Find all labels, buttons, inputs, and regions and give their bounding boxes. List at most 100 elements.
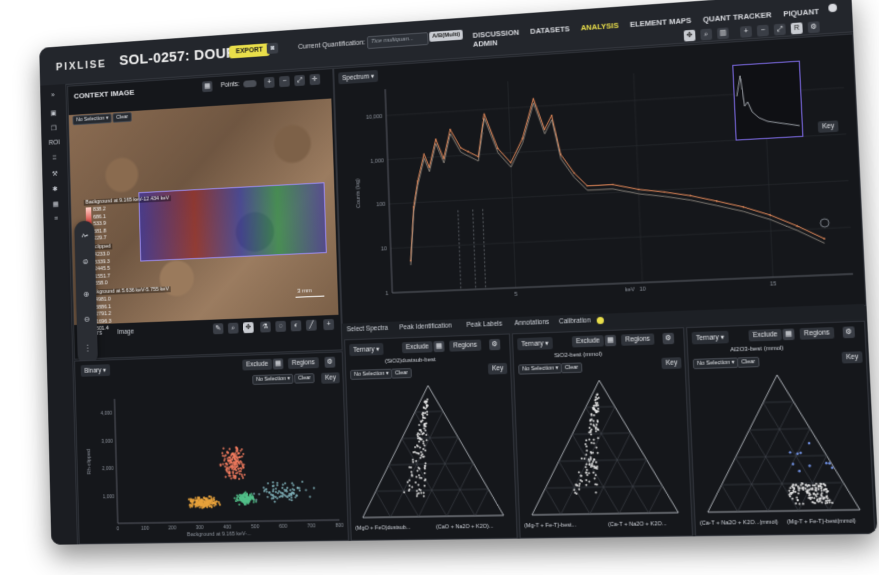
fit-icon[interactable]: ⤢ (773, 23, 786, 36)
app-logo[interactable]: PIXLISE (56, 58, 107, 73)
ternary-point (590, 441, 593, 444)
ternary-left-label: (Ca-T + Na2O + K2O...(mmol) (699, 519, 779, 527)
signal-icon[interactable]: ⊜ (81, 257, 90, 267)
binary-chart[interactable]: 4,000 3,000 2,000 1,000 0 100 200 300 400 500 600 7… (75, 352, 348, 543)
zoom-out-icon[interactable]: − (756, 24, 769, 37)
grip-icon[interactable]: ⋮ (83, 344, 92, 354)
ternary-right-label: (Mg-T + Fe-T)-best(mmol) (786, 518, 856, 526)
ternary-point (420, 450, 423, 454)
ternary-point (422, 442, 425, 445)
palette-icon[interactable]: ◐ (290, 320, 302, 332)
nav-admin[interactable]: ADMIN (473, 38, 498, 49)
ternary-point (410, 470, 413, 473)
nav-datasets[interactable]: DATASETS (530, 24, 570, 36)
ternary-point (578, 484, 581, 487)
zoom-out-icon[interactable]: ⊖ (82, 315, 91, 325)
zoom-in-icon[interactable]: ⊕ (81, 290, 90, 300)
search-icon[interactable]: ⌕ (227, 322, 239, 334)
scatter-point (273, 500, 276, 503)
ternary-chart[interactable] (687, 322, 874, 536)
ternary-point (592, 460, 595, 463)
ternary-point (798, 469, 801, 473)
expand-icon[interactable]: » (48, 92, 59, 100)
crosshair-icon[interactable]: ✛ (309, 73, 321, 86)
tab-calibration[interactable]: Calibration (556, 315, 594, 328)
scatter-point (266, 495, 269, 499)
draw-icon[interactable]: ✎ (212, 323, 224, 335)
ternary-grid (586, 407, 615, 408)
ternary-point (587, 472, 591, 475)
ternary-point (804, 487, 807, 490)
ternary-chart[interactable] (513, 328, 692, 537)
ternary-point (425, 397, 428, 400)
roi-label[interactable]: ROI (49, 139, 60, 147)
ternary-point (408, 484, 411, 487)
spectrum-key-button[interactable]: Key (817, 120, 839, 133)
ternary-point (594, 473, 597, 477)
scatter-point (262, 486, 265, 489)
quant-select[interactable]: Tice multiquan... (366, 32, 429, 50)
tools-icon[interactable]: ⚒ (49, 170, 60, 178)
image-settings-icon[interactable]: ▦ (202, 80, 213, 93)
ternary-grid (749, 429, 798, 512)
line-icon[interactable]: ╱ (305, 319, 317, 331)
tab-peak-identification[interactable]: Peak Identification (396, 320, 455, 333)
scatter-point (272, 490, 275, 493)
ternary-chart[interactable] (345, 334, 516, 539)
fit-icon[interactable]: ⤢ (294, 74, 306, 87)
ternary-point (588, 480, 591, 483)
chart-icon[interactable]: ▦ (50, 200, 61, 208)
tab-select-spectra[interactable]: Select Spectra (344, 323, 391, 336)
context-image-panel: CONTEXT IMAGE ▦ Points: + − ⤢ ✛ No Selec… (67, 68, 343, 360)
pan-icon[interactable]: ✥ (683, 29, 696, 42)
context-image[interactable]: No Selection ▾ Clear Background at 9.165… (68, 98, 339, 333)
ternary-point (813, 496, 816, 500)
points-toggle[interactable] (243, 79, 257, 88)
ternary-point (585, 439, 588, 442)
scatter-point (224, 475, 227, 479)
ternary-panel-1: Ternary ▾ Exclude ▦ Regions ⚙ (SiO2)dust… (344, 333, 518, 541)
scatter-point (289, 489, 292, 492)
app-window: PIXLISE SOL-0257: DOURBES EXPORT ◙ Curre… (39, 0, 878, 545)
ternary-point (422, 440, 425, 443)
ternary-point (419, 446, 422, 449)
tab-image[interactable]: Image (114, 326, 136, 337)
layers-icon[interactable]: ▣ (48, 109, 59, 117)
grid-icon[interactable]: ⁞⁞ (49, 155, 60, 163)
no-selection-chip[interactable]: No Selection ▾ (72, 113, 113, 126)
roi-region[interactable] (138, 182, 327, 262)
search-icon[interactable]: ⌕ (700, 28, 713, 41)
nav-piquant[interactable]: PIQUANT (783, 7, 819, 19)
list-icon[interactable]: ≡ (51, 215, 62, 223)
ternary-point (418, 440, 421, 443)
tab-annotations[interactable]: Annotations (511, 317, 552, 330)
ternary-point (417, 432, 420, 435)
zoom-in-icon[interactable]: + (263, 76, 275, 89)
tab-peak-labels[interactable]: Peak Labels (463, 318, 505, 331)
clear-selection-button[interactable]: Clear (112, 112, 133, 123)
settings-icon[interactable]: ⚙ (807, 21, 820, 34)
scatter-point (252, 492, 256, 495)
ternary-grid (559, 459, 647, 461)
camera-icon[interactable]: ◙ (266, 42, 279, 55)
scatter-point (284, 482, 287, 485)
flask-icon[interactable]: ⚗ (260, 321, 271, 333)
rh-icon[interactable]: R (790, 22, 803, 35)
copy-icon[interactable]: ❐ (48, 124, 59, 132)
pan-icon[interactable]: ✥ (243, 322, 254, 334)
lasso-icon[interactable]: ◌ (275, 320, 287, 332)
ternary-point (578, 488, 581, 491)
spectrum-toggle-icon[interactable]: ▥ (716, 27, 729, 40)
nav-element-maps[interactable]: ELEMENT MAPS (630, 16, 692, 29)
nav-analysis[interactable]: ANALYSIS (580, 21, 618, 33)
quant-badge[interactable]: A/B(Multi) (429, 29, 464, 42)
zoom-in-icon[interactable]: + (739, 25, 753, 38)
nav-quant-tracker[interactable]: QUANT TRACKER (703, 10, 772, 24)
ternary-point (585, 479, 588, 482)
zoom-out-icon[interactable]: − (279, 75, 290, 88)
scatter-point (281, 486, 284, 490)
spectrum-minimap[interactable] (732, 60, 804, 141)
rover-icon[interactable]: ✱ (50, 185, 61, 193)
rover-path-icon[interactable]: ሎ (80, 230, 89, 240)
add-icon[interactable]: + (323, 318, 335, 331)
